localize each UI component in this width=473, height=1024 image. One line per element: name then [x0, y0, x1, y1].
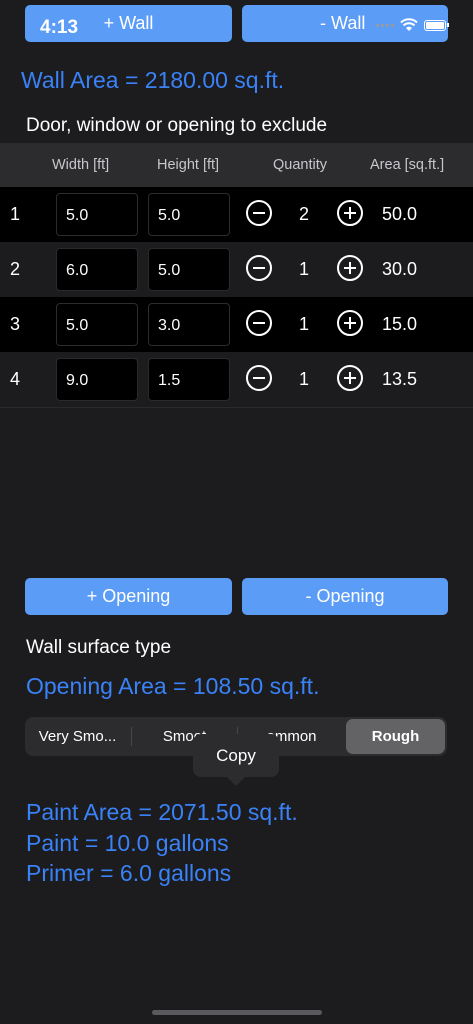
copy-menu-button[interactable]: Copy — [193, 734, 279, 777]
width-field[interactable]: 6.0 — [56, 248, 138, 291]
table-row: 4 9.0 1.5 1 13.5 — [0, 352, 473, 407]
home-indicator[interactable] — [152, 1010, 322, 1015]
remove-opening-button[interactable]: - Opening — [242, 578, 448, 615]
increment-quantity-icon[interactable] — [337, 365, 363, 391]
decrement-quantity-icon[interactable] — [246, 255, 272, 281]
segment-rough[interactable]: Rough — [346, 719, 445, 754]
height-column-header: Height [ft] — [157, 157, 220, 173]
battery-icon — [424, 19, 449, 31]
area-value: 50.0 — [382, 204, 418, 224]
surface-type-label: Wall surface type — [26, 637, 172, 658]
status-icons — [376, 18, 449, 32]
primer-gallons-text: Primer = 6.0 gallons — [26, 860, 232, 886]
status-time: 4:13 — [40, 17, 79, 38]
area-value: 15.0 — [382, 314, 418, 334]
wifi-icon — [400, 18, 418, 31]
table-row: 2 6.0 5.0 1 30.0 — [0, 242, 473, 297]
paint-gallons-text: Paint = 10.0 gallons — [26, 830, 229, 856]
width-column-header: Width [ft] — [52, 157, 110, 173]
remove-wall-label: - Wall — [320, 13, 366, 33]
quantity-value: 1 — [299, 259, 310, 279]
height-field[interactable]: 5.0 — [148, 248, 230, 291]
width-field[interactable]: 5.0 — [56, 303, 138, 346]
increment-quantity-icon[interactable] — [337, 200, 363, 226]
add-wall-label: + Wall — [103, 13, 154, 33]
row-index: 2 — [10, 259, 21, 279]
area-value: 30.0 — [382, 259, 418, 279]
copy-popup-arrow — [227, 777, 245, 786]
quantity-value: 1 — [299, 369, 310, 389]
height-field[interactable]: 1.5 — [148, 358, 230, 401]
quantity-column-header: Quantity — [273, 157, 327, 173]
decrement-quantity-icon[interactable] — [246, 310, 272, 336]
area-column-header: Area [sq.ft.] — [370, 157, 445, 173]
table-row: 3 5.0 3.0 1 15.0 — [0, 297, 473, 352]
width-field[interactable]: 9.0 — [56, 358, 138, 401]
quantity-value: 2 — [299, 204, 310, 224]
width-field[interactable]: 5.0 — [56, 193, 138, 236]
row-index: 1 — [10, 204, 21, 224]
segment-very-smooth[interactable]: Very Smo... — [25, 717, 130, 756]
opening-area-text: Opening Area = 108.50 sq.ft. — [26, 673, 320, 699]
area-value: 13.5 — [382, 369, 418, 389]
row-index: 3 — [10, 314, 21, 334]
add-opening-label: + Opening — [86, 586, 171, 606]
remove-opening-label: - Opening — [305, 586, 385, 606]
height-field[interactable]: 3.0 — [148, 303, 230, 346]
quantity-value: 1 — [299, 314, 310, 334]
decrement-quantity-icon[interactable] — [246, 365, 272, 391]
wall-area-text: Wall Area = 2180.00 sq.ft. — [21, 67, 285, 93]
table-row: 1 5.0 5.0 2 50.0 — [0, 187, 473, 242]
exclude-heading: Door, window or opening to exclude — [26, 115, 328, 136]
paint-area-text: Paint Area = 2071.50 sq.ft. — [26, 799, 298, 825]
table-header: Width [ft] Height [ft] Quantity Area [sq… — [0, 143, 473, 187]
table-bottom-divider — [0, 407, 473, 408]
increment-quantity-icon[interactable] — [337, 310, 363, 336]
decrement-quantity-icon[interactable] — [246, 200, 272, 226]
height-field[interactable]: 5.0 — [148, 193, 230, 236]
row-index: 4 — [10, 369, 21, 389]
add-opening-button[interactable]: + Opening — [25, 578, 232, 615]
cellular-signal-icon — [376, 23, 394, 27]
increment-quantity-icon[interactable] — [337, 255, 363, 281]
